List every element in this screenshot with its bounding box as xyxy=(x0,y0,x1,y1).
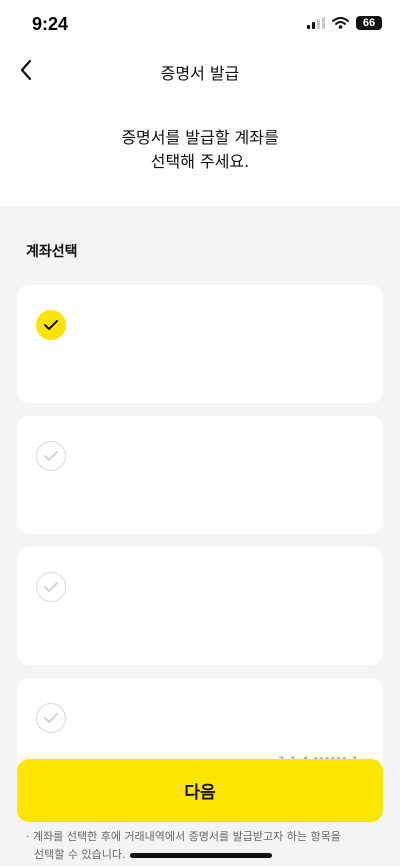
unselected-check[interactable] xyxy=(36,703,66,733)
status-icons: 66 xyxy=(307,16,382,30)
check-icon xyxy=(44,320,58,330)
intro-panel: 증명서를 발급할 계좌를 선택해 주세요. xyxy=(0,92,400,206)
nav-header: 증명서 발급 xyxy=(0,48,400,92)
check-icon xyxy=(44,713,58,723)
check-icon xyxy=(44,451,58,461)
notice-text: · 계좌를 선택한 후에 거래내역에서 증명서를 발급받고자 하는 항목을 선택… xyxy=(26,828,376,864)
page-title: 증명서 발급 xyxy=(160,64,240,83)
wifi-icon xyxy=(332,17,349,29)
account-card-1[interactable] xyxy=(17,285,383,403)
account-card-3[interactable] xyxy=(17,547,383,665)
selected-check[interactable] xyxy=(36,310,66,340)
notice-line-1: · 계좌를 선택한 후에 거래내역에서 증명서를 발급받고자 하는 항목을 xyxy=(26,830,341,843)
battery-icon: 66 xyxy=(356,16,382,30)
status-time: 9:24 xyxy=(32,14,69,34)
intro-line-2: 선택해 주세요. xyxy=(150,152,250,171)
status-bar: 9:24 66 xyxy=(0,0,400,48)
unselected-check[interactable] xyxy=(36,441,66,471)
home-indicator xyxy=(130,853,272,858)
check-icon xyxy=(44,582,58,592)
section-label: 계좌선택 xyxy=(26,244,78,260)
account-card-2[interactable] xyxy=(17,416,383,534)
next-button[interactable]: 다음 xyxy=(17,759,383,822)
unselected-check[interactable] xyxy=(36,572,66,602)
signal-icon xyxy=(307,17,325,29)
intro-line-1: 증명서를 발급할 계좌를 xyxy=(121,128,279,147)
